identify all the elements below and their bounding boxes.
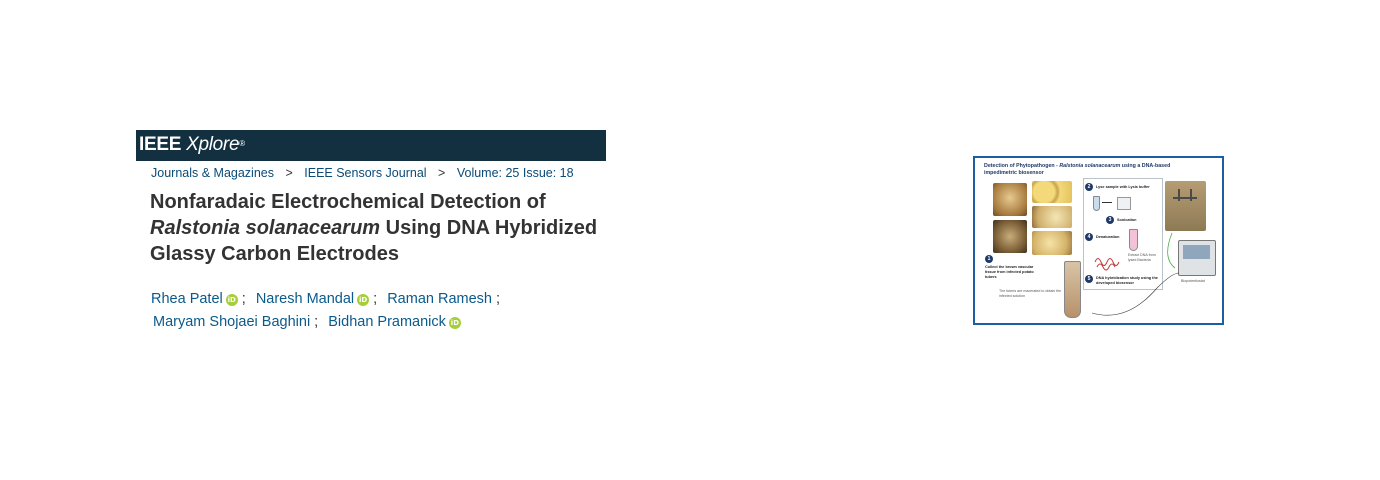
author-name[interactable]: Naresh Mandal xyxy=(256,291,354,307)
author-separator: ; xyxy=(314,314,319,330)
author-name[interactable]: Maryam Shojaei Baghini xyxy=(153,314,310,330)
microtube-icon xyxy=(1093,196,1100,211)
author-name[interactable]: Rhea Patel xyxy=(151,291,223,307)
step-1-text: Collect the brown vascular tissue from i… xyxy=(985,265,1034,279)
author-name[interactable]: Bidhan Pramanick xyxy=(328,314,446,330)
tubers-note: The tubers are macerated to obtain the i… xyxy=(999,289,1062,298)
title-part1: Nonfaradaic Electrochemical Detection of xyxy=(150,191,546,213)
arrow-icon xyxy=(1102,202,1112,203)
step-3-text: Sonication xyxy=(1117,218,1137,222)
graphical-abstract[interactable]: Detection of Phytopathogen - Ralstonia s… xyxy=(973,156,1224,325)
orcid-icon[interactable]: iD xyxy=(448,317,461,329)
potato-slice-photo xyxy=(1032,206,1072,228)
breadcrumb-volume-issue[interactable]: Volume: 25 Issue: 18 xyxy=(457,166,574,180)
author-row: Rhea Patel iD; Naresh Mandal iD; Raman Ram… xyxy=(151,288,506,311)
step-2-text: Lyse sample with Lysis buffer xyxy=(1096,185,1150,189)
breadcrumb-separator: > xyxy=(285,166,293,180)
infected-potato-photo xyxy=(993,183,1027,216)
logo-registered-mark: ® xyxy=(239,139,245,148)
potato-slice-photo xyxy=(1032,181,1072,203)
ga-title-species: Ralstonia solanacearum xyxy=(1059,163,1121,169)
ga-title-prefix: Detection of Phytopathogen - xyxy=(984,163,1060,169)
ieee-xplore-header: IEEE Xplore® xyxy=(136,130,606,161)
electrode-photo xyxy=(1165,181,1206,231)
logo-ieee-text: IEEE xyxy=(139,134,182,155)
step-2-badge: 2 xyxy=(1085,183,1093,191)
graphical-abstract-title: Detection of Phytopathogen - Ralstonia s… xyxy=(984,163,1174,177)
infected-potato-photo xyxy=(993,220,1027,253)
step-3-badge: 3 xyxy=(1106,216,1114,224)
breadcrumb-journals-magazines[interactable]: Journals & Magazines xyxy=(151,166,274,180)
breadcrumb-separator: > xyxy=(438,166,446,180)
author-separator: ; xyxy=(373,291,378,307)
ieee-xplore-logo[interactable]: IEEE Xplore® xyxy=(139,134,245,156)
author-name[interactable]: Raman Ramesh xyxy=(387,291,492,307)
logo-xplore-text: Xplore xyxy=(186,134,240,155)
falcon-tube-icon xyxy=(1064,261,1081,318)
step-1-badge: 1 xyxy=(985,255,993,263)
sonicator-icon xyxy=(1117,197,1131,210)
author-list: Rhea Patel iD; Naresh Mandal iD; Raman Ram… xyxy=(151,288,506,334)
potato-slice-photo xyxy=(1032,231,1072,255)
orcid-icon[interactable]: iD xyxy=(357,294,370,306)
breadcrumb: Journals & Magazines > IEEE Sensors Jour… xyxy=(151,166,574,180)
author-separator: ; xyxy=(495,291,500,307)
author-row: Maryam Shojaei Baghini; Bidhan Pramanick… xyxy=(151,311,506,334)
author-separator: ; xyxy=(241,291,246,307)
breadcrumb-journal[interactable]: IEEE Sensors Journal xyxy=(304,166,426,180)
title-species: Ralstonia solanacearum xyxy=(150,217,381,239)
article-title: Nonfaradaic Electrochemical Detection of… xyxy=(150,189,620,267)
orcid-icon[interactable]: iD xyxy=(225,294,238,306)
connection-wires xyxy=(1091,232,1180,316)
